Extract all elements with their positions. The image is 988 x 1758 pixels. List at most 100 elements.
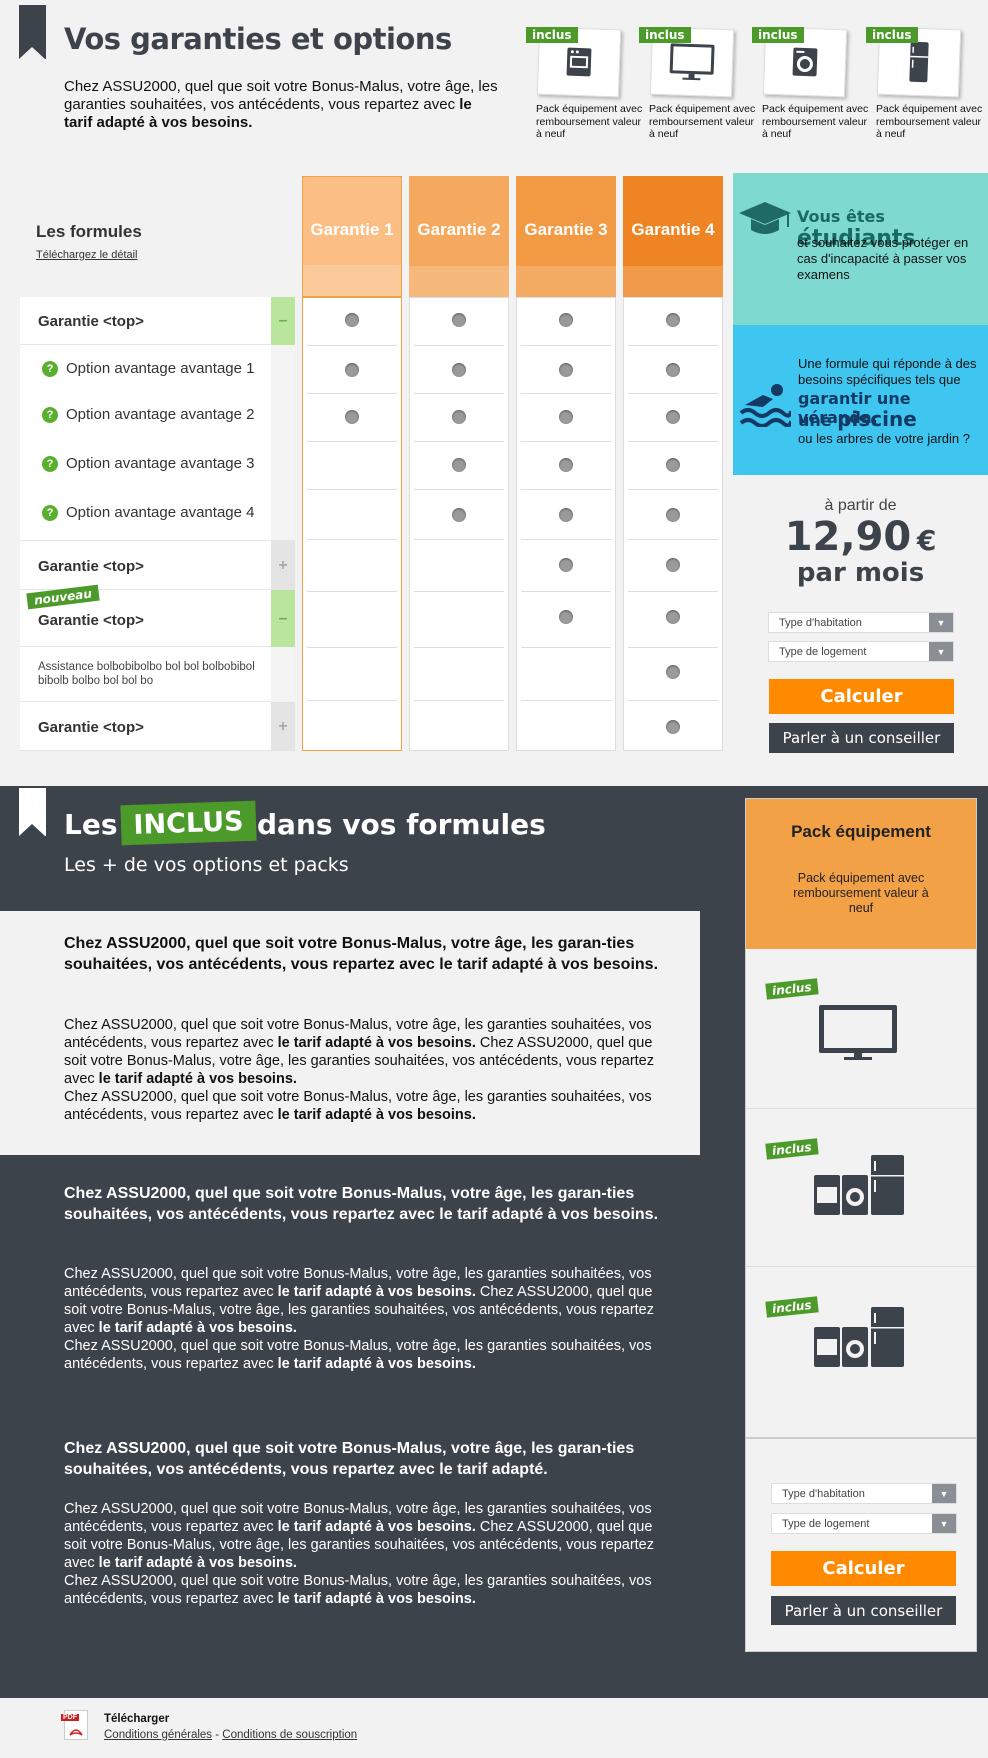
table-row[interactable]: Garantie <top> – [20,297,295,345]
pool-highlight-2: une piscine [798,407,917,431]
row-divider [307,591,397,592]
pack-caption: Pack équipement avec remboursement valeu… [536,103,643,140]
included-dot [666,458,680,472]
row-divider [521,539,611,540]
help-icon[interactable]: ? [42,456,58,472]
inclus-tag-title: INCLUS [120,800,257,846]
logement-select[interactable]: Type de logement ▼ [771,1513,957,1534]
calculate-button[interactable]: Calculer [771,1551,956,1586]
inclus-card[interactable]: inclus [746,949,976,1109]
included-dot [452,458,466,472]
table-row[interactable]: Garantie <top> + [20,540,295,591]
row-divider [414,489,504,490]
download-detail-link[interactable]: Téléchargez le détail [36,249,138,261]
toggle-spacer [271,647,295,702]
included-dot [559,558,573,572]
row-divider [414,700,504,701]
included-dot [666,720,680,734]
included-dot [345,410,359,424]
inclus-tag: inclus [526,27,578,43]
expand-toggle[interactable]: + [271,541,295,591]
pack-card-fridge: inclus [866,26,962,98]
habitation-select[interactable]: Type d'habitation ▼ [771,1483,957,1504]
pack-equipement-card[interactable]: Pack équipement Pack équipement avec rem… [746,799,976,949]
column-header-shade [623,266,723,297]
row-divider [307,345,397,346]
advisor-button[interactable]: Parler à un conseiller [771,1596,956,1625]
conditions-generales-link[interactable]: Conditions générales [104,1729,212,1741]
row-divider [307,647,397,648]
row-divider [628,393,718,394]
row-divider [307,539,397,540]
block-text: Chez ASSU2000, quel que soit votre Bonus… [64,1266,654,1372]
advisor-button[interactable]: Parler à un conseiller [769,723,954,753]
help-icon[interactable]: ? [42,407,58,423]
price-from: à partir de [824,497,897,514]
included-dot [666,665,680,679]
column-header-4[interactable]: Garantie 4 [623,176,723,297]
select-value: Type de logement [782,1517,870,1530]
habitation-select[interactable]: Type d'habitation ▼ [768,612,954,633]
row-divider [414,393,504,394]
help-icon[interactable]: ? [42,505,58,521]
row-divider [628,647,718,648]
row-divider [628,489,718,490]
help-icon[interactable]: ? [42,361,58,377]
row-divider [628,700,718,701]
pack-caption: Pack équipement avec remboursement valeu… [876,103,983,140]
calculate-button[interactable]: Calculer [769,679,954,714]
select-value: Type de logement [779,645,867,658]
inclus-card[interactable]: inclus [746,1109,976,1267]
included-dot [559,610,573,624]
row-divider [414,345,504,346]
row-label: Garantie <top> [38,558,144,575]
row-label: Garantie <top> [38,719,144,736]
table-row: Assistance bolbobibolbo bol bol bolbobib… [20,647,295,702]
row-divider [307,441,397,442]
inclus-card[interactable]: inclus [746,1267,976,1439]
inclus-tag: inclus [639,27,691,43]
pack-text: Pack équipement avec remboursement valeu… [793,871,929,915]
column-header-1[interactable]: Garantie 1 [302,176,402,297]
included-dot [666,558,680,572]
pack-title: Pack équipement [791,822,931,841]
inclus-tag: inclus [765,1138,819,1160]
pool-text-2: ou les arbres de votre jardin ? [798,431,970,446]
inclus-tag: inclus [752,27,804,43]
students-promo[interactable]: Vous êtes étudiants et souhaitez vous pr… [733,173,988,325]
block-headline: Chez ASSU2000, quel que soit votre Bonus… [64,1440,635,1478]
pack-card-washer: inclus [752,26,848,98]
column-header-2[interactable]: Garantie 2 [409,176,509,297]
row-divider [414,441,504,442]
inclus-tag: inclus [866,27,918,43]
included-dot [452,410,466,424]
table-row[interactable]: Garantie <top> + [20,702,295,751]
option-label: Option avantage avantage 3 [66,455,255,472]
row-label: Assistance bolbobibolbo bol bol bolbobib… [38,661,255,687]
page-title: Vos garanties et options [64,22,452,56]
intro-text: Chez ASSU2000, quel que soit votre Bonus… [64,78,498,131]
row-label: Garantie <top> [38,612,144,629]
included-dot [452,363,466,377]
row-divider [307,393,397,394]
pool-text: Une formule qui réponde à des besoins sp… [798,356,977,387]
pack-caption: Pack équipement avec remboursement valeu… [649,103,756,140]
pdf-icon[interactable]: PDF [61,1710,88,1740]
footer-title: Télécharger [104,1713,170,1725]
collapse-toggle[interactable]: – [271,297,295,345]
option-group: ? Option avantage avantage 1 ? Option av… [20,345,295,540]
included-dot [559,363,573,377]
row-divider [521,700,611,701]
conditions-souscription-link[interactable]: Conditions de souscription [222,1729,357,1741]
included-dot [345,313,359,327]
row-divider [521,489,611,490]
collapse-toggle[interactable]: – [271,590,295,647]
inclus-right-panel: Pack équipement Pack équipement avec rem… [745,798,977,1652]
row-divider [307,489,397,490]
pool-promo[interactable]: Une formule qui réponde à des besoins sp… [733,325,988,475]
column-header-3[interactable]: Garantie 3 [516,176,616,297]
column-title: Garantie 3 [524,219,608,239]
column-title: Garantie 1 [310,219,394,239]
logement-select[interactable]: Type de logement ▼ [768,641,954,662]
expand-toggle[interactable]: + [271,702,295,751]
